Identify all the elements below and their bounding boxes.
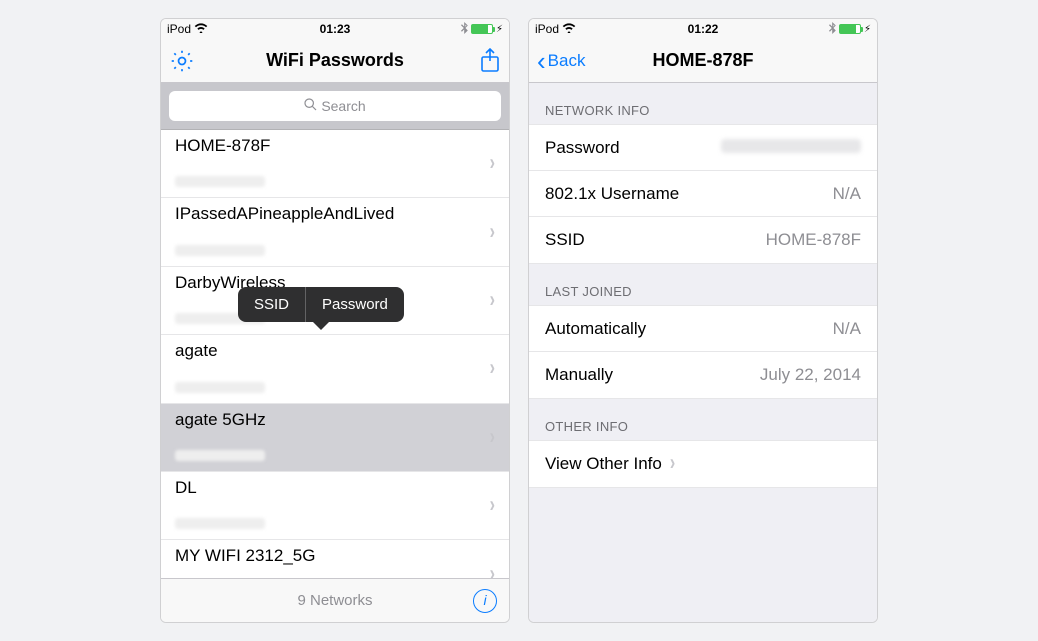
chevron-right-icon: › [490,357,495,382]
copy-password-button[interactable]: Password [306,287,404,322]
manual-label: Manually [545,365,613,385]
chevron-right-icon: › [490,152,495,177]
status-bar: iPod 01:22 ⚡︎ [529,19,877,39]
row-view-other[interactable]: View Other Info › [529,441,877,487]
chevron-right-icon: › [490,220,495,245]
phone-detail-screen: iPod 01:22 ⚡︎ ‹ Back HOME-878F NETWORK I… [528,18,878,623]
group-network-info: Password 802.1x Username N/A SSID HOME-8… [529,124,877,264]
phone-list-screen: iPod 01:23 ⚡︎ WiFi Passwords [160,18,510,623]
search-placeholder: Search [321,98,365,114]
view-other-label: View Other Info [545,454,662,474]
row-ssid[interactable]: SSID HOME-878F [529,217,877,263]
section-header-network-info: NETWORK INFO [529,83,877,124]
chevron-right-icon: › [490,425,495,450]
network-password-preview [175,450,265,461]
row-auto[interactable]: Automatically N/A [529,306,877,352]
network-count: 9 Networks [161,592,509,609]
row-manual[interactable]: Manually July 22, 2014 [529,352,877,398]
nav-bar: WiFi Passwords [161,39,509,83]
back-button[interactable]: ‹ Back [537,48,585,74]
network-password-preview [175,382,265,393]
ssid-value: HOME-878F [766,230,861,250]
section-header-last-joined: LAST JOINED [529,264,877,305]
ssid-label: SSID [545,230,585,250]
auto-label: Automatically [545,319,646,339]
search-bar: Search [161,83,509,130]
gear-icon[interactable] [169,48,195,74]
battery-icon [471,24,493,34]
detail-body: NETWORK INFO Password 802.1x Username N/… [529,83,877,622]
network-password-preview [175,245,265,256]
row-username[interactable]: 802.1x Username N/A [529,171,877,217]
network-password-preview [175,518,265,529]
nav-title: WiFi Passwords [161,50,509,71]
nav-bar: ‹ Back HOME-878F [529,39,877,83]
status-time: 01:23 [161,22,509,36]
network-ssid: HOME-878F [175,136,490,156]
row-password[interactable]: Password [529,125,877,171]
search-input[interactable]: Search [169,91,501,121]
copy-ssid-button[interactable]: SSID [238,287,305,322]
group-last-joined: Automatically N/A Manually July 22, 2014 [529,305,877,399]
network-ssid: DL [175,478,490,498]
network-password-preview [175,176,265,187]
network-row[interactable]: IPassedAPineappleAndLived› [161,198,509,266]
network-ssid: MY WIFI 2312_5G [175,546,490,566]
chevron-left-icon: ‹ [537,48,546,74]
network-ssid: IPassedAPineappleAndLived [175,204,490,224]
status-time: 01:22 [529,22,877,36]
battery-icon [839,24,861,34]
password-label: Password [545,138,620,158]
footer-bar: 9 Networks i [161,578,509,622]
network-list[interactable]: HOME-878F›IPassedAPineappleAndLived›Darb… [161,130,509,578]
back-label: Back [548,51,586,71]
password-value [721,138,861,158]
network-row[interactable]: agate› [161,335,509,403]
chevron-right-icon: › [490,562,495,578]
network-ssid: agate 5GHz [175,410,490,430]
network-row[interactable]: HOME-878F› [161,130,509,198]
auto-value: N/A [833,319,861,339]
chevron-right-icon: › [490,494,495,519]
copy-menu: SSID Password [238,287,404,322]
network-row[interactable]: DL› [161,472,509,540]
username-value: N/A [833,184,861,204]
network-ssid: agate [175,341,490,361]
section-header-other-info: OTHER INFO [529,399,877,440]
status-bar: iPod 01:23 ⚡︎ [161,19,509,39]
share-icon[interactable] [479,48,501,74]
chevron-right-icon: › [670,451,675,476]
manual-value: July 22, 2014 [760,365,861,385]
network-row[interactable]: agate 5GHz› [161,404,509,472]
search-icon [304,98,317,114]
chevron-right-icon: › [490,288,495,313]
group-other-info: View Other Info › [529,440,877,488]
username-label: 802.1x Username [545,184,679,204]
network-row[interactable]: MY WIFI 2312_5G› [161,540,509,578]
